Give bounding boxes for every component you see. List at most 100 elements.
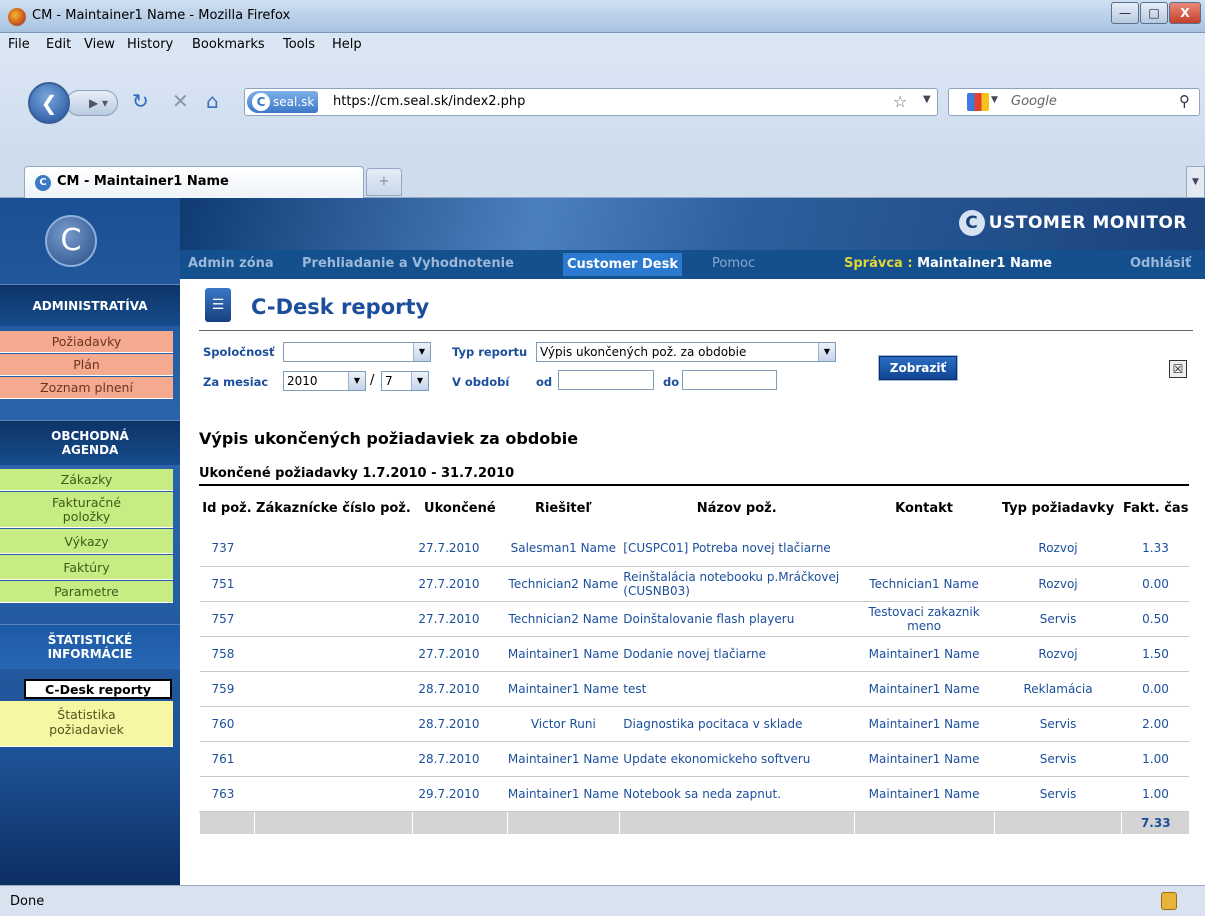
tab-cm[interactable]: C CM - Maintainer1 Name — [24, 166, 364, 198]
home-icon[interactable]: ⌂ — [206, 89, 219, 113]
cell-typ: Servis — [994, 741, 1122, 777]
month-select[interactable]: 7 ▼ — [381, 371, 429, 391]
minimize-button[interactable]: — — [1111, 2, 1139, 24]
cell-ukoncene: 27.7.2010 — [412, 636, 508, 672]
typ-reportu-select[interactable]: Výpis ukončených pož. za obdobie ▼ — [536, 342, 836, 362]
report-title: Výpis ukončených požiadaviek za obdobie — [199, 429, 579, 448]
menu-view[interactable]: View — [84, 37, 115, 52]
cell-kontakt: Maintainer1 Name — [854, 706, 995, 742]
spravca-info: Správca : Maintainer1 Name — [844, 256, 1052, 271]
cell-zakaznicke-cislo — [254, 706, 413, 742]
table-row[interactable]: 761 28.7.2010 Maintainer1 Name Update ekono… — [199, 741, 1189, 777]
cell-ukoncene: 28.7.2010 — [412, 706, 508, 742]
cell-id[interactable]: 751 — [199, 566, 255, 602]
nav-odhlasit[interactable]: Odhlásiť — [1130, 256, 1191, 271]
table-row[interactable]: 758 27.7.2010 Maintainer1 Name Dodanie nove… — [199, 636, 1189, 672]
cell-nazov: [CUSPC01] Potreba novej tlačiarne — [619, 531, 855, 567]
nav-prehliadanie[interactable]: Prehliadanie a Vyhodnotenie — [302, 256, 514, 271]
sidebar: C ADMINISTRATÍVA Požiadavky Plán Zoznam … — [0, 198, 180, 885]
od-date-input[interactable] — [558, 370, 654, 390]
nav-customer-desk[interactable]: Customer Desk — [563, 253, 682, 276]
close-button[interactable]: X — [1169, 2, 1201, 24]
cell-nazov: Diagnostika pocitaca v sklade — [619, 706, 855, 742]
maximize-button[interactable]: □ — [1140, 2, 1168, 24]
col-header-ukoncene: Ukončené — [411, 484, 508, 531]
sidebar-item-vykazy[interactable]: Výkazy — [0, 529, 173, 554]
cell-typ: Rozvoj — [994, 566, 1122, 602]
sidebar-item-faktury[interactable]: Faktúry — [0, 555, 173, 580]
sidebar-item-plan[interactable]: Plán — [0, 354, 173, 376]
table-row[interactable]: 757 27.7.2010 Technician2 Name Doinštalovan… — [199, 601, 1189, 637]
sidebar-item-poziadavky[interactable]: Požiadavky — [0, 331, 173, 353]
cell-ukoncene: 28.7.2010 — [412, 741, 508, 777]
excel-export-icon[interactable]: ☒ — [1169, 360, 1187, 378]
menu-edit[interactable]: Edit — [46, 37, 71, 52]
cell-id[interactable]: 758 — [199, 636, 255, 672]
bookmark-star-icon[interactable]: ☆ — [893, 92, 907, 111]
url-text[interactable]: https://cm.seal.sk/index2.php — [333, 94, 525, 109]
search-engine-icon[interactable] — [967, 93, 989, 111]
search-icon[interactable]: ⚲ — [1179, 92, 1190, 110]
sidebar-item-zoznam-plneni[interactable]: Zoznam plnení — [0, 377, 173, 399]
search-engine-dropdown-icon[interactable]: ▼ — [991, 95, 998, 105]
padlock-icon[interactable] — [1161, 892, 1177, 910]
menu-help[interactable]: Help — [332, 37, 362, 52]
tab-list-button[interactable]: ▼ — [1186, 166, 1205, 198]
url-bar[interactable]: seal.sk https://cm.seal.sk/index2.php ☆ … — [244, 88, 938, 116]
spolocnost-select[interactable]: ▼ — [283, 342, 431, 362]
back-button[interactable]: ❮ — [28, 82, 70, 124]
search-box[interactable]: ▼ Google ⚲ — [948, 88, 1200, 116]
table-row[interactable]: 763 29.7.2010 Maintainer1 Name Notebook sa … — [199, 776, 1189, 812]
cell-ukoncene: 27.7.2010 — [412, 566, 508, 602]
url-dropdown-icon[interactable]: ▼ — [923, 94, 931, 105]
cell-id[interactable]: 737 — [199, 531, 255, 567]
table-row[interactable]: 759 28.7.2010 Maintainer1 Name test Maintain… — [199, 671, 1189, 707]
cell-id[interactable]: 763 — [199, 776, 255, 812]
nav-pomoc[interactable]: Pomoc — [712, 256, 755, 271]
reload-icon[interactable]: ↻ — [132, 89, 149, 113]
sidebar-item-statistika-poziadaviek[interactable]: Štatistika požiadaviek — [0, 701, 173, 747]
cell-id[interactable]: 759 — [199, 671, 255, 707]
do-date-input[interactable] — [682, 370, 777, 390]
sidebar-item-zakazky[interactable]: Zákazky — [0, 469, 173, 491]
col-header-riesitel: Riešiteľ — [506, 484, 620, 531]
menu-bookmarks[interactable]: Bookmarks — [192, 37, 265, 52]
cell-id[interactable]: 761 — [199, 741, 255, 777]
cell-fakt-cas: 1.00 — [1121, 776, 1189, 812]
cell-fakt-cas: 1.33 — [1121, 531, 1189, 567]
customer-monitor-logo: C USTOMER MONITOR — [958, 210, 1187, 236]
table-header-row: Id pož. Zákaznícke číslo pož. Ukončené R… — [199, 484, 1189, 531]
chevron-down-icon: ▼ — [818, 343, 835, 361]
table-row[interactable]: 751 27.7.2010 Technician2 Name Reinštalácia… — [199, 566, 1189, 602]
cell-typ: Rozvoj — [994, 531, 1122, 567]
menu-history[interactable]: History — [127, 37, 173, 52]
cell-nazov: Reinštalácia notebooku p.Mráčkovej (CUSN… — [619, 566, 855, 602]
cell-kontakt: Maintainer1 Name — [854, 671, 995, 707]
search-input[interactable]: Google — [1011, 94, 1057, 109]
stop-icon[interactable]: ✕ — [172, 89, 189, 113]
cell-typ: Reklamácia — [994, 671, 1122, 707]
cell-zakaznicke-cislo — [254, 636, 413, 672]
table-row[interactable]: 760 28.7.2010 Victor Runi Diagnostika pocit… — [199, 706, 1189, 742]
table-row[interactable]: 737 27.7.2010 Salesman1 Name [CUSPC01] Potr… — [199, 531, 1189, 567]
sidebar-item-parametre[interactable]: Parametre — [0, 581, 173, 603]
year-select[interactable]: 2010 ▼ — [283, 371, 366, 391]
cell-ukoncene: 27.7.2010 — [412, 601, 508, 637]
cell-id[interactable]: 757 — [199, 601, 255, 637]
zobrazit-button[interactable]: Zobraziť — [878, 355, 958, 381]
cell-id[interactable]: 760 — [199, 706, 255, 742]
sidebar-item-fakturacne-polozky[interactable]: Fakturačné položky — [0, 492, 173, 528]
nav-admin-zona[interactable]: Admin zóna — [188, 256, 274, 271]
menu-file[interactable]: File — [8, 37, 30, 52]
site-identity-badge[interactable]: seal.sk — [247, 91, 319, 113]
cell-nazov: Dodanie novej tlačiarne — [619, 636, 855, 672]
new-tab-button[interactable]: + — [366, 168, 402, 196]
cell-zakaznicke-cislo — [254, 671, 413, 707]
cell-ukoncene: 28.7.2010 — [412, 671, 508, 707]
menu-tools[interactable]: Tools — [283, 37, 315, 52]
forward-button[interactable]: ▶ ▾ — [66, 90, 118, 116]
chevron-down-icon: ▼ — [411, 372, 428, 390]
sidebar-item-c-desk-reporty[interactable]: C-Desk reporty — [24, 679, 172, 699]
cell-zakaznicke-cislo — [254, 741, 413, 777]
cell-fakt-cas: 1.00 — [1121, 741, 1189, 777]
